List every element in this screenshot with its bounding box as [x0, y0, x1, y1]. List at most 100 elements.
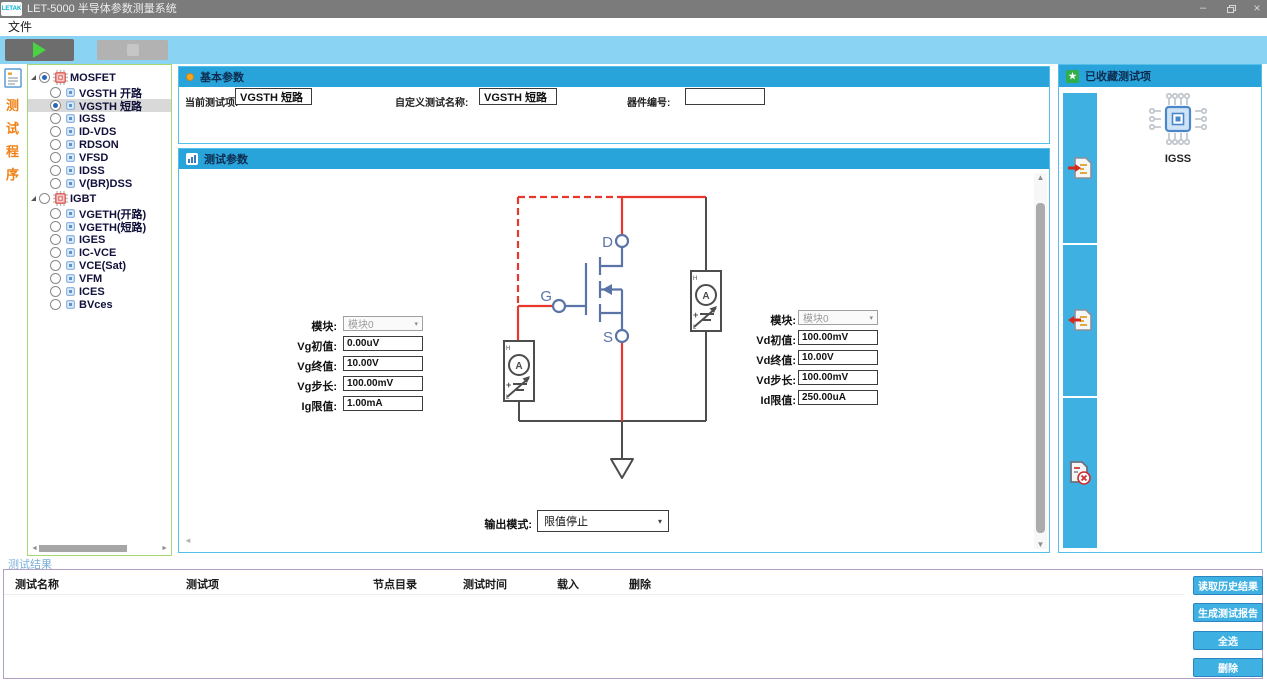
test-item-icon — [65, 286, 76, 297]
test-item-icon — [65, 126, 76, 137]
close-button[interactable]: × — [1250, 0, 1264, 18]
vd-step-input[interactable] — [798, 370, 878, 385]
tree-item-rdson[interactable]: RDSON — [28, 138, 171, 151]
minimize-button[interactable]: – — [1196, 0, 1210, 18]
remove-favorite-button[interactable] — [1063, 245, 1097, 395]
radio[interactable] — [50, 165, 61, 176]
output-mode-select[interactable]: 限值停止 ▾ — [537, 510, 669, 532]
tree-item-vce-sat[interactable]: VCE(Sat) — [28, 259, 171, 272]
menu-file[interactable]: 文件 — [8, 18, 32, 36]
test-item-icon — [65, 234, 76, 245]
scroll-left-icon[interactable]: ◄ — [184, 536, 192, 545]
radio[interactable] — [50, 178, 61, 189]
radio[interactable] — [50, 113, 61, 124]
device-id-input[interactable] — [685, 88, 765, 105]
tree-item-vbrdss[interactable]: V(BR)DSS — [28, 177, 171, 190]
test-item-icon — [65, 87, 76, 98]
vd-end-input[interactable] — [798, 350, 878, 365]
tree-item-ices[interactable]: ICES — [28, 285, 171, 298]
scrollbar-thumb[interactable] — [1036, 203, 1045, 533]
radio[interactable] — [50, 273, 61, 284]
custom-test-name-label: 自定义测试名称: — [395, 94, 468, 109]
module-select-right[interactable]: 模块0 ▾ — [798, 310, 878, 325]
add-favorite-button[interactable] — [1063, 93, 1097, 243]
stop-button[interactable] — [97, 40, 168, 60]
tree-item-idss[interactable]: IDSS — [28, 164, 171, 177]
test-params-vertical-scrollbar[interactable]: ▲ ▼ — [1034, 173, 1047, 549]
scrollbar-thumb[interactable] — [39, 545, 127, 552]
tree-item-label: IDSS — [79, 165, 105, 177]
tree-item-vgsth-short[interactable]: VGSTH 短路 — [28, 99, 171, 112]
delete-button[interactable]: 删除 — [1193, 658, 1263, 677]
custom-test-name-input[interactable] — [479, 88, 557, 105]
scroll-left-icon[interactable]: ◄ — [31, 544, 38, 553]
source-terminal-label: S — [603, 329, 613, 346]
tree-item-iges[interactable]: IGES — [28, 233, 171, 246]
tree-item-vfsd[interactable]: VFSD — [28, 151, 171, 164]
tree-item-igss[interactable]: IGSS — [28, 112, 171, 125]
module-select-left[interactable]: 模块0 ▾ — [343, 316, 423, 331]
radio[interactable] — [50, 247, 61, 258]
vg-step-input[interactable] — [343, 376, 423, 391]
test-item-icon — [65, 178, 76, 189]
radio[interactable] — [50, 100, 61, 111]
radio-igbt[interactable] — [39, 193, 50, 204]
column-node-directory: 节点目录 — [373, 576, 417, 592]
tree-item-vfm[interactable]: VFM — [28, 272, 171, 285]
tree-item-label: IGSS — [79, 113, 105, 125]
id-limit-input[interactable] — [798, 390, 878, 405]
tree-item-id-vds[interactable]: ID-VDS — [28, 125, 171, 138]
tree-group-mosfet[interactable]: MOSFET — [28, 69, 171, 86]
smu-high-label: H — [506, 346, 510, 352]
scroll-down-icon[interactable]: ▼ — [1034, 540, 1047, 549]
radio[interactable] — [50, 299, 61, 310]
tree-horizontal-scrollbar[interactable]: ◄ ► — [31, 544, 168, 553]
expander-icon[interactable] — [31, 75, 36, 80]
vg-end-input[interactable] — [343, 356, 423, 371]
test-params-horizontal-scrollbar[interactable]: ◄ — [182, 535, 1030, 547]
radio[interactable] — [50, 139, 61, 150]
scroll-right-icon[interactable]: ► — [161, 544, 168, 553]
column-delete: 删除 — [629, 576, 651, 592]
radio[interactable] — [50, 208, 61, 219]
clear-favorites-button[interactable] — [1063, 398, 1097, 548]
tree-item-vgeth-short[interactable]: VGETH(短路) — [28, 220, 171, 233]
test-item-icon — [65, 113, 76, 124]
tree-group-label: IGBT — [70, 193, 96, 205]
scroll-up-icon[interactable]: ▲ — [1034, 173, 1047, 182]
app-logo: LETAK — [1, 2, 22, 16]
radio[interactable] — [50, 126, 61, 137]
vd-start-input[interactable] — [798, 330, 878, 345]
run-button[interactable] — [5, 39, 74, 61]
title-bar: LETAK LET-5000 半导体参数测量系统 – × — [0, 0, 1267, 18]
column-test-item: 测试项 — [186, 576, 219, 592]
caret-down-icon: ▾ — [869, 314, 873, 322]
current-test-item-input[interactable] — [235, 88, 312, 105]
expander-icon[interactable] — [31, 196, 36, 201]
restore-button[interactable] — [1227, 5, 1236, 13]
radio[interactable] — [50, 234, 61, 245]
tree-item-label: IC-VCE — [79, 247, 116, 259]
favorite-item-igss[interactable]: IGSS — [1147, 93, 1209, 165]
tree-item-ic-vce[interactable]: IC-VCE — [28, 246, 171, 259]
ig-limit-input[interactable] — [343, 396, 423, 411]
radio[interactable] — [50, 152, 61, 163]
vg-start-input[interactable] — [343, 336, 423, 351]
tree-item-bvces[interactable]: BVces — [28, 298, 171, 311]
test-item-icon — [65, 221, 76, 232]
read-history-button[interactable]: 读取历史结果 — [1193, 576, 1263, 595]
radio[interactable] — [50, 87, 61, 98]
select-all-button[interactable]: 全选 — [1193, 631, 1263, 650]
test-item-icon — [65, 208, 76, 219]
column-test-time: 测试时间 — [463, 576, 507, 592]
radio-mosfet[interactable] — [39, 72, 50, 83]
tree-item-label: VFM — [79, 273, 102, 285]
tree-group-igbt[interactable]: IGBT — [28, 190, 171, 207]
radio[interactable] — [50, 286, 61, 297]
side-tab-test-program[interactable]: 测试程序 — [0, 64, 27, 556]
basic-params-title: 基本参数 — [200, 69, 244, 85]
test-item-icon — [65, 100, 76, 111]
radio[interactable] — [50, 221, 61, 232]
generate-report-button[interactable]: 生成测试报告 — [1193, 603, 1263, 622]
radio[interactable] — [50, 260, 61, 271]
